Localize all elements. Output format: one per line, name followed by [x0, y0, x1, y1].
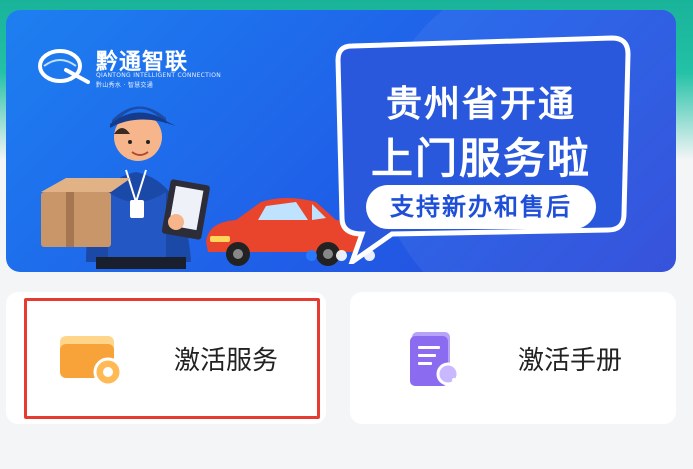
- banner-pill: 支持新办和售后: [366, 185, 596, 229]
- banner-headline-1: 贵州省开通: [385, 84, 576, 125]
- activation-manual-card[interactable]: 激活手册: [350, 292, 676, 424]
- speech-bubble-content: 贵州省开通 上门服务啦 支持新办和售后: [336, 45, 626, 245]
- activate-service-label: 激活服务: [174, 346, 279, 376]
- logo-subtitle-en: QIANTONG INTELLIGENT CONNECTION: [96, 72, 222, 79]
- carousel-dot[interactable]: [336, 250, 347, 261]
- banner-headline-2: 上门服务啦: [370, 134, 591, 183]
- carousel-dot[interactable]: [306, 250, 317, 261]
- wallet-card-icon: [60, 336, 122, 387]
- document-search-icon: [410, 332, 462, 388]
- activation-manual-label: 激活手册: [518, 346, 623, 376]
- logo-q-icon: [38, 49, 90, 84]
- carousel-dot[interactable]: [364, 250, 375, 261]
- promo-banner[interactable]: 黔通智联 QIANTONG INTELLIGENT CONNECTION 黔山秀…: [6, 10, 676, 272]
- activate-service-card[interactable]: 激活服务: [6, 292, 326, 424]
